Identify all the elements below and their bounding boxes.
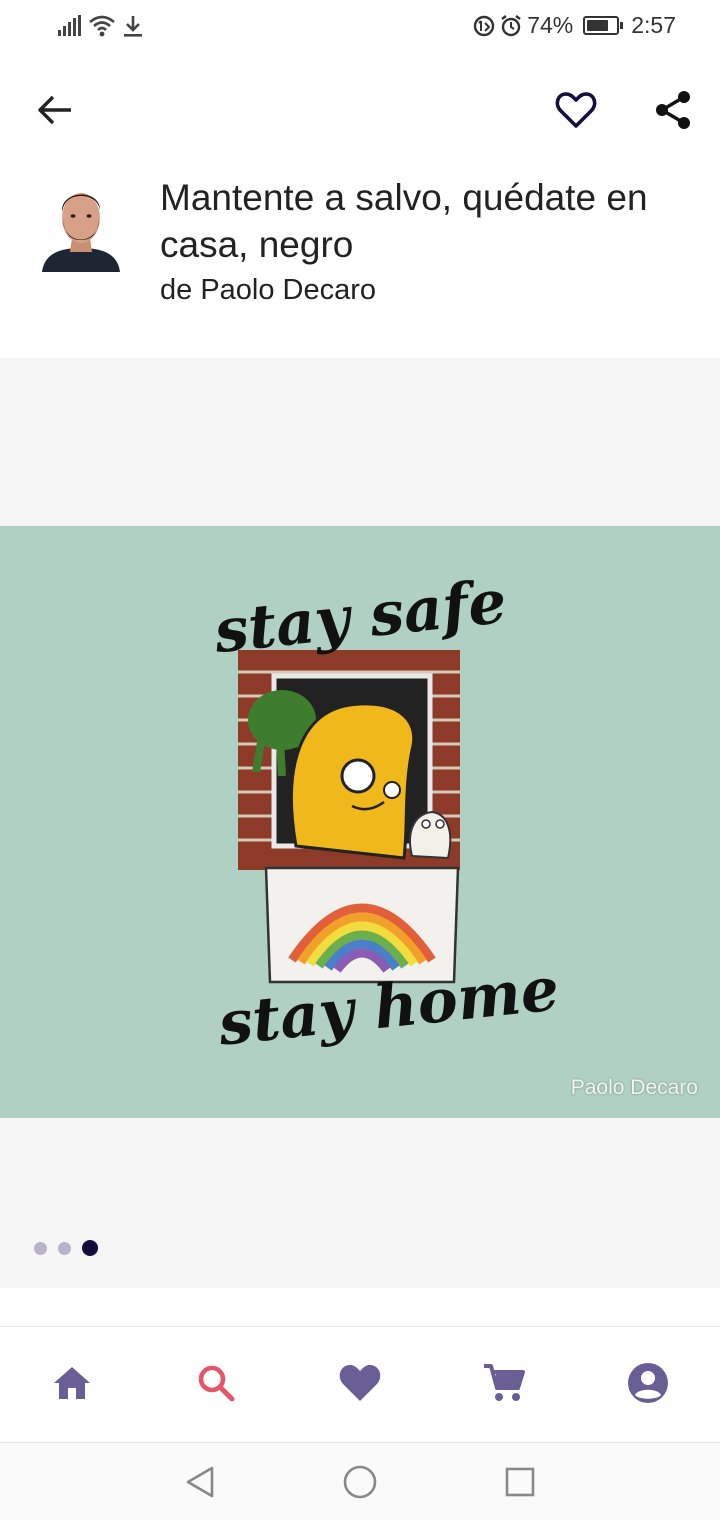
clock: 2:57 <box>631 12 676 38</box>
product-author[interactable]: de Paolo Decaro <box>160 274 376 307</box>
battery-fill <box>587 20 608 31</box>
download-icon <box>124 16 142 37</box>
bottom-navigation <box>0 1326 720 1442</box>
share-button[interactable] <box>648 86 698 134</box>
carousel-indicator[interactable] <box>34 1240 98 1256</box>
home-icon <box>54 1367 90 1399</box>
product-title: Mantente a salvo, quédate en casa, negro <box>160 177 648 265</box>
nav-account[interactable] <box>624 1359 672 1407</box>
signal-icon <box>58 15 81 36</box>
image-carousel[interactable]: stay safe stay home Paolo Decaro <box>0 358 720 1288</box>
battery-icon <box>583 16 624 35</box>
back-arrow-icon <box>38 95 71 125</box>
share-icon <box>656 91 690 129</box>
carousel-dot[interactable] <box>58 1241 71 1255</box>
alarm-icon <box>501 14 521 36</box>
search-icon <box>198 1365 235 1402</box>
system-back-button[interactable] <box>179 1461 221 1503</box>
carousel-dot[interactable] <box>34 1241 47 1255</box>
system-recents-button[interactable] <box>499 1461 541 1503</box>
product-header: Mantente a salvo, quédate en casa, negro… <box>0 170 720 340</box>
back-triangle-icon <box>186 1466 214 1498</box>
favorite-button[interactable] <box>550 86 602 134</box>
status-bar: 74% 2:57 <box>0 0 720 56</box>
favorites-icon <box>339 1365 381 1401</box>
nav-search[interactable] <box>192 1359 240 1407</box>
nav-cart[interactable] <box>480 1359 528 1407</box>
nav-favorites[interactable] <box>336 1359 384 1407</box>
battery-percent: 74% <box>527 12 574 38</box>
home-circle-icon <box>343 1465 377 1499</box>
author-avatar[interactable] <box>42 176 120 272</box>
account-icon <box>628 1363 668 1403</box>
artwork-watermark: Paolo Decaro <box>570 1076 698 1099</box>
system-navigation <box>0 1442 720 1520</box>
wifi-icon <box>89 15 115 37</box>
product-artwork[interactable]: stay safe stay home Paolo Decaro <box>0 526 720 1118</box>
nav-home[interactable] <box>48 1359 96 1407</box>
back-button[interactable] <box>30 88 80 132</box>
system-home-button[interactable] <box>339 1461 381 1503</box>
app-bar <box>0 68 720 152</box>
data-saver-icon <box>473 15 495 36</box>
carousel-dot[interactable] <box>82 1240 98 1256</box>
heart-outline-icon <box>555 92 597 128</box>
recents-square-icon <box>505 1467 535 1497</box>
cart-icon <box>484 1364 525 1401</box>
